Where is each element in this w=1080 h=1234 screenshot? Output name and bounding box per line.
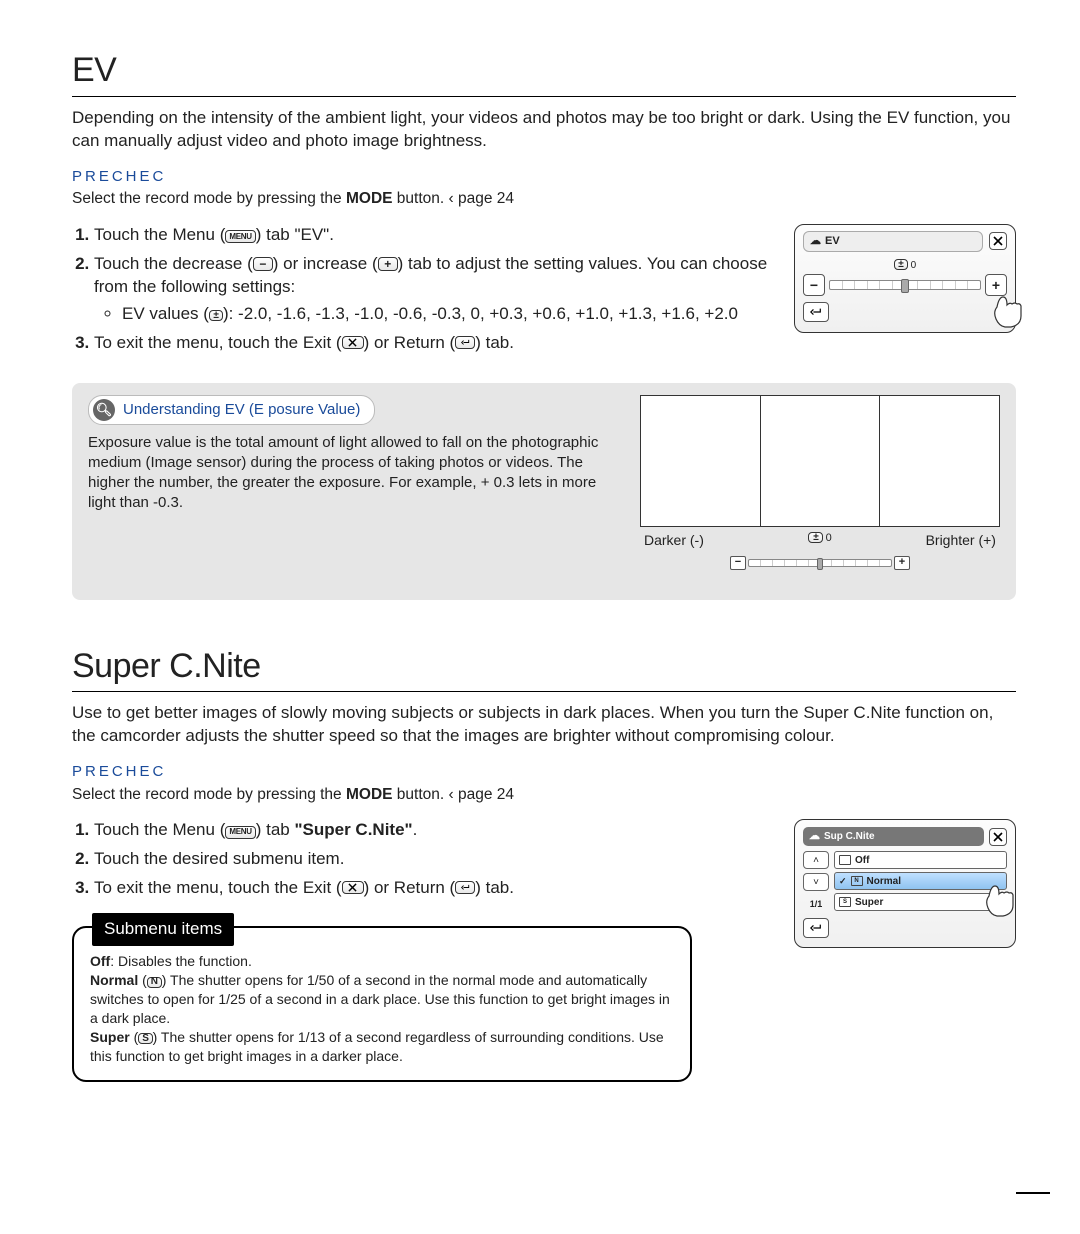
slider-thumb[interactable] — [901, 279, 909, 293]
mini-minus: − — [730, 556, 746, 570]
ev-info-panel: 🔍︎ Understanding EV (E posure Value) Exp… — [72, 383, 1016, 600]
camera-icon: ☁ — [810, 234, 821, 249]
ev-intro: Depending on the intensity of the ambien… — [72, 107, 1016, 153]
menu-item-super[interactable]: S Super — [834, 893, 1007, 911]
submenu-box: Submenu items Off: Disables the function… — [72, 926, 692, 1081]
scn-steps: Touch the Menu (MENU) tab "Super C.Nite"… — [72, 819, 774, 900]
decrease-button[interactable]: − — [803, 274, 825, 296]
submenu-tab: Submenu items — [92, 913, 234, 946]
magnifier-icon: 🔍︎ — [93, 399, 115, 421]
darker-label: Darker (-) — [640, 531, 761, 550]
device-close-button[interactable] — [989, 232, 1007, 250]
rule — [72, 96, 1016, 97]
check-icon: ✓ — [839, 875, 847, 887]
item-icon: N — [851, 876, 863, 886]
shutter-normal-icon: N — [147, 977, 162, 988]
scroll-up-button[interactable]: ˄ — [803, 851, 829, 869]
precheck-label: PRECHEC — [72, 762, 1016, 782]
device-return-button[interactable] — [803, 302, 829, 322]
menu-icon: MENU — [225, 230, 255, 243]
menu-item-normal[interactable]: ✓ N Normal — [834, 872, 1007, 890]
scn-intro: Use to get better images of slowly movin… — [72, 702, 1016, 748]
precheck-note: Select the record mode by pressing the M… — [72, 785, 1016, 806]
mid-label: ± 0 — [761, 531, 878, 550]
precheck-label: PRECHEC — [72, 167, 1016, 187]
rule — [72, 691, 1016, 692]
ev-square-icon: ± — [209, 310, 223, 321]
minus-icon: − — [253, 257, 273, 271]
close-icon — [342, 881, 364, 894]
info-body: Exposure value is the total amount of li… — [88, 433, 620, 514]
ev-slider[interactable] — [829, 280, 981, 290]
scroll-down-button[interactable]: ˅ — [803, 873, 829, 891]
device-close-button[interactable] — [989, 828, 1007, 846]
ev-steps: Touch the Menu (MENU) tab "EV". Touch th… — [72, 224, 774, 355]
submenu-super: Super (S) The shutter opens for 1/13 of … — [90, 1028, 674, 1066]
info-pill: 🔍︎ Understanding EV (E posure Value) — [88, 395, 375, 425]
submenu-normal: Normal (N) The shutter opens for 1/50 of… — [90, 971, 674, 1028]
ev-device-figure: ☁ EV ± 0 − + — [794, 224, 1016, 333]
item-icon: S — [839, 897, 851, 907]
device-title: ☁ EV — [803, 231, 983, 252]
mini-plus: + — [894, 556, 910, 570]
precheck-note: Select the record mode by pressing the M… — [72, 189, 1016, 210]
exposure-thumbnails — [640, 395, 1000, 527]
camera-icon: ☁ — [809, 829, 820, 844]
close-icon — [342, 336, 364, 349]
shutter-super-icon: S — [138, 1033, 152, 1044]
return-icon — [455, 336, 475, 349]
menu-icon: MENU — [225, 826, 255, 839]
plus-icon: + — [378, 257, 398, 271]
menu-item-off[interactable]: Off — [834, 851, 1007, 869]
return-icon — [455, 881, 475, 894]
brighter-label: Brighter (+) — [879, 531, 1000, 550]
increase-button[interactable]: + — [985, 274, 1007, 296]
menu-list: Off ✓ N Normal S Super — [834, 851, 1007, 913]
mini-ev-slider: − + — [730, 556, 910, 570]
scn-device-figure: ☁ Sup C.Nite ˄ ˅ 1/1 Off — [794, 819, 1016, 948]
device-title: ☁ Sup C.Nite — [803, 827, 984, 846]
device-return-button[interactable] — [803, 918, 829, 938]
scn-heading: Super C.Nite — [72, 644, 1016, 690]
ev-heading: EV — [72, 48, 1016, 94]
submenu-off: Off: Disables the function. — [90, 952, 674, 971]
ev-indicator: ± 0 — [803, 259, 1007, 273]
ev-square-icon: ± — [808, 532, 822, 543]
footer-rule — [1016, 1192, 1050, 1194]
ev-square-icon: ± — [894, 259, 908, 270]
page-indicator: 1/1 — [803, 895, 829, 913]
item-icon — [839, 855, 851, 865]
